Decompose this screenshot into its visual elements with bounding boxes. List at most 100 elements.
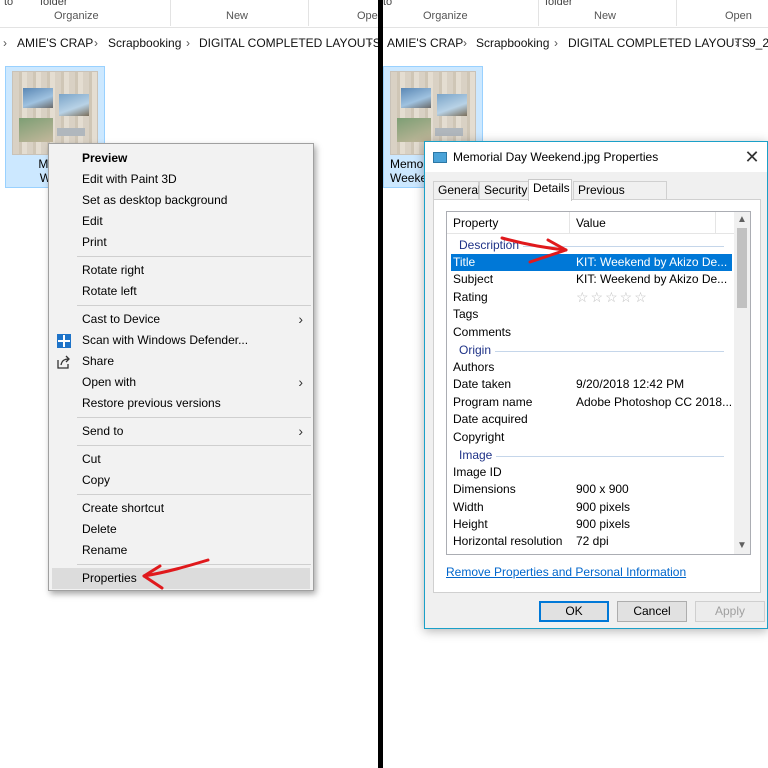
breadcrumb-chevron-icon[interactable]: ›	[94, 36, 98, 50]
share-icon	[57, 355, 70, 369]
tab-previous-versions[interactable]: Previous Versions	[573, 181, 667, 214]
ribbon-group-organize[interactable]: Organize	[54, 10, 99, 22]
breadcrumb-chevron-icon[interactable]: ›	[186, 36, 190, 50]
menu-item-scan-with-windows-defender[interactable]: Scan with Windows Defender...	[49, 330, 313, 351]
ribbon-group-open[interactable]: Open	[725, 10, 752, 22]
ribbon-fragment: to	[4, 0, 14, 8]
menu-item-edit-with-paint-3d[interactable]: Edit with Paint 3D	[49, 169, 313, 190]
breadcrumb-item[interactable]: 9_20	[749, 36, 768, 50]
property-row-subject[interactable]: Subject KIT: Weekend by Akizo De...	[447, 271, 736, 288]
context-menu: Preview Edit with Paint 3D Set as deskto…	[48, 143, 314, 591]
menu-item-preview[interactable]: Preview	[49, 148, 313, 169]
tab-security[interactable]: Security	[479, 181, 529, 200]
menu-separator	[77, 256, 311, 257]
breadcrumb-item[interactable]: DIGITAL COMPLETED LAYOUTS	[568, 36, 750, 50]
property-row-date-acquired[interactable]: Date acquired	[447, 411, 736, 428]
image-file-icon	[433, 152, 447, 163]
menu-item-share[interactable]: Share	[49, 351, 313, 372]
ribbon-divider	[308, 0, 309, 26]
close-icon[interactable]: ✕	[741, 146, 763, 168]
property-row-horizontal-resolution[interactable]: Horizontal resolution 72 dpi	[447, 533, 736, 550]
tab-general[interactable]: General	[433, 181, 481, 200]
apply-button[interactable]: Apply	[695, 601, 765, 622]
property-row-image-id[interactable]: Image ID	[447, 464, 736, 481]
property-row-authors[interactable]: Authors	[447, 359, 736, 376]
property-row-date-taken[interactable]: Date taken 9/20/2018 12:42 PM	[447, 376, 736, 393]
column-header-value[interactable]: Value	[576, 216, 606, 230]
submenu-arrow-icon: ›	[298, 311, 303, 327]
breadcrumb-item[interactable]: AMIE'S CRAP	[387, 36, 463, 50]
menu-item-open-with[interactable]: Open with ›	[49, 372, 313, 393]
breadcrumb-chevron-icon[interactable]: ›	[463, 36, 467, 50]
menu-item-edit[interactable]: Edit	[49, 211, 313, 232]
scroll-down-icon[interactable]: ▼	[734, 538, 750, 554]
ribbon-divider	[538, 0, 539, 26]
menu-item-rotate-right[interactable]: Rotate right	[49, 260, 313, 281]
property-row-width[interactable]: Width 900 pixels	[447, 499, 736, 516]
ribbon-group-new[interactable]: New	[594, 10, 616, 22]
ribbon-fragment: to	[383, 0, 393, 8]
group-header-description: Description	[447, 236, 736, 254]
breadcrumb-chevron-icon[interactable]: ›	[368, 36, 372, 50]
menu-item-restore-previous-versions[interactable]: Restore previous versions	[49, 393, 313, 414]
property-row-dimensions[interactable]: Dimensions 900 x 900	[447, 481, 736, 498]
tab-details[interactable]: Details	[528, 179, 572, 201]
breadcrumb-chevron-icon[interactable]: ›	[554, 36, 558, 50]
menu-item-create-shortcut[interactable]: Create shortcut	[49, 498, 313, 519]
rating-stars-icon: ☆☆☆☆☆	[576, 288, 649, 305]
ribbon-divider	[676, 0, 677, 26]
menu-item-send-to[interactable]: Send to ›	[49, 421, 313, 442]
breadcrumb: › AMIE'S CRAP › Scrapbooking › DIGITAL C…	[0, 32, 378, 54]
property-row-height[interactable]: Height 900 pixels	[447, 516, 736, 533]
menu-separator	[77, 445, 311, 446]
annotation-arrow-properties	[142, 558, 210, 590]
property-row-tags[interactable]: Tags	[447, 306, 736, 323]
dialog-title-bar[interactable]: Memorial Day Weekend.jpg Properties ✕	[425, 142, 767, 172]
breadcrumb: › AMIE'S CRAP › Scrapbooking › DIGITAL C…	[383, 32, 768, 54]
menu-item-delete[interactable]: Delete	[49, 519, 313, 540]
property-list-scrollbar[interactable]: ▲ ▼	[734, 212, 750, 554]
breadcrumb-item[interactable]: AMIE'S CRAP	[17, 36, 93, 50]
property-list-header: Property Value	[447, 212, 736, 234]
ribbon-group-new[interactable]: New	[226, 10, 248, 22]
breadcrumb-item[interactable]: Scrapbooking	[108, 36, 181, 50]
menu-item-copy[interactable]: Copy	[49, 470, 313, 491]
scrollbar-thumb[interactable]	[737, 228, 747, 308]
property-row-title[interactable]: Title KIT: Weekend by Akizo De...	[451, 254, 732, 272]
breadcrumb-item[interactable]: DIGITAL COMPLETED LAYOUTS	[199, 36, 378, 50]
submenu-arrow-icon: ›	[298, 423, 303, 439]
menu-separator	[77, 417, 311, 418]
ribbon: to folder Organize New Ope	[0, 0, 378, 28]
property-row-copyright[interactable]: Copyright	[447, 429, 736, 446]
ok-button[interactable]: OK	[539, 601, 609, 622]
annotation-arrow-title	[500, 236, 568, 264]
group-header-image: Image	[447, 446, 736, 464]
column-header-property[interactable]: Property	[453, 216, 498, 230]
menu-item-print[interactable]: Print	[49, 232, 313, 253]
ribbon-group-open[interactable]: Ope	[357, 10, 378, 22]
cancel-button[interactable]: Cancel	[617, 601, 687, 622]
menu-separator	[77, 494, 311, 495]
defender-icon	[57, 334, 71, 348]
ribbon-group-organize[interactable]: Organize	[423, 10, 468, 22]
breadcrumb-item[interactable]: Scrapbooking	[476, 36, 549, 50]
property-row-program-name[interactable]: Program name Adobe Photoshop CC 2018...	[447, 394, 736, 411]
ribbon-divider	[170, 0, 171, 26]
dialog-title: Memorial Day Weekend.jpg Properties	[453, 150, 659, 164]
submenu-arrow-icon: ›	[298, 374, 303, 390]
details-panel: Property Value Description Title KIT: Wee…	[433, 199, 761, 593]
ribbon-fragment: folder	[40, 0, 68, 8]
breadcrumb-chevron-icon[interactable]: ›	[735, 36, 739, 50]
property-list: Property Value Description Title KIT: Wee…	[446, 211, 751, 555]
menu-item-set-as-desktop-background[interactable]: Set as desktop background	[49, 190, 313, 211]
menu-item-rotate-left[interactable]: Rotate left	[49, 281, 313, 302]
group-header-origin: Origin	[447, 341, 736, 359]
breadcrumb-chevron-icon[interactable]: ›	[3, 36, 7, 50]
property-row-comments[interactable]: Comments	[447, 324, 736, 341]
remove-properties-link[interactable]: Remove Properties and Personal Informati…	[446, 565, 686, 579]
property-row-rating[interactable]: Rating ☆☆☆☆☆	[447, 289, 736, 306]
scroll-up-icon[interactable]: ▲	[734, 212, 750, 228]
properties-dialog: Memorial Day Weekend.jpg Properties ✕ Ge…	[424, 141, 768, 629]
menu-item-cut[interactable]: Cut	[49, 449, 313, 470]
menu-item-cast-to-device[interactable]: Cast to Device ›	[49, 309, 313, 330]
